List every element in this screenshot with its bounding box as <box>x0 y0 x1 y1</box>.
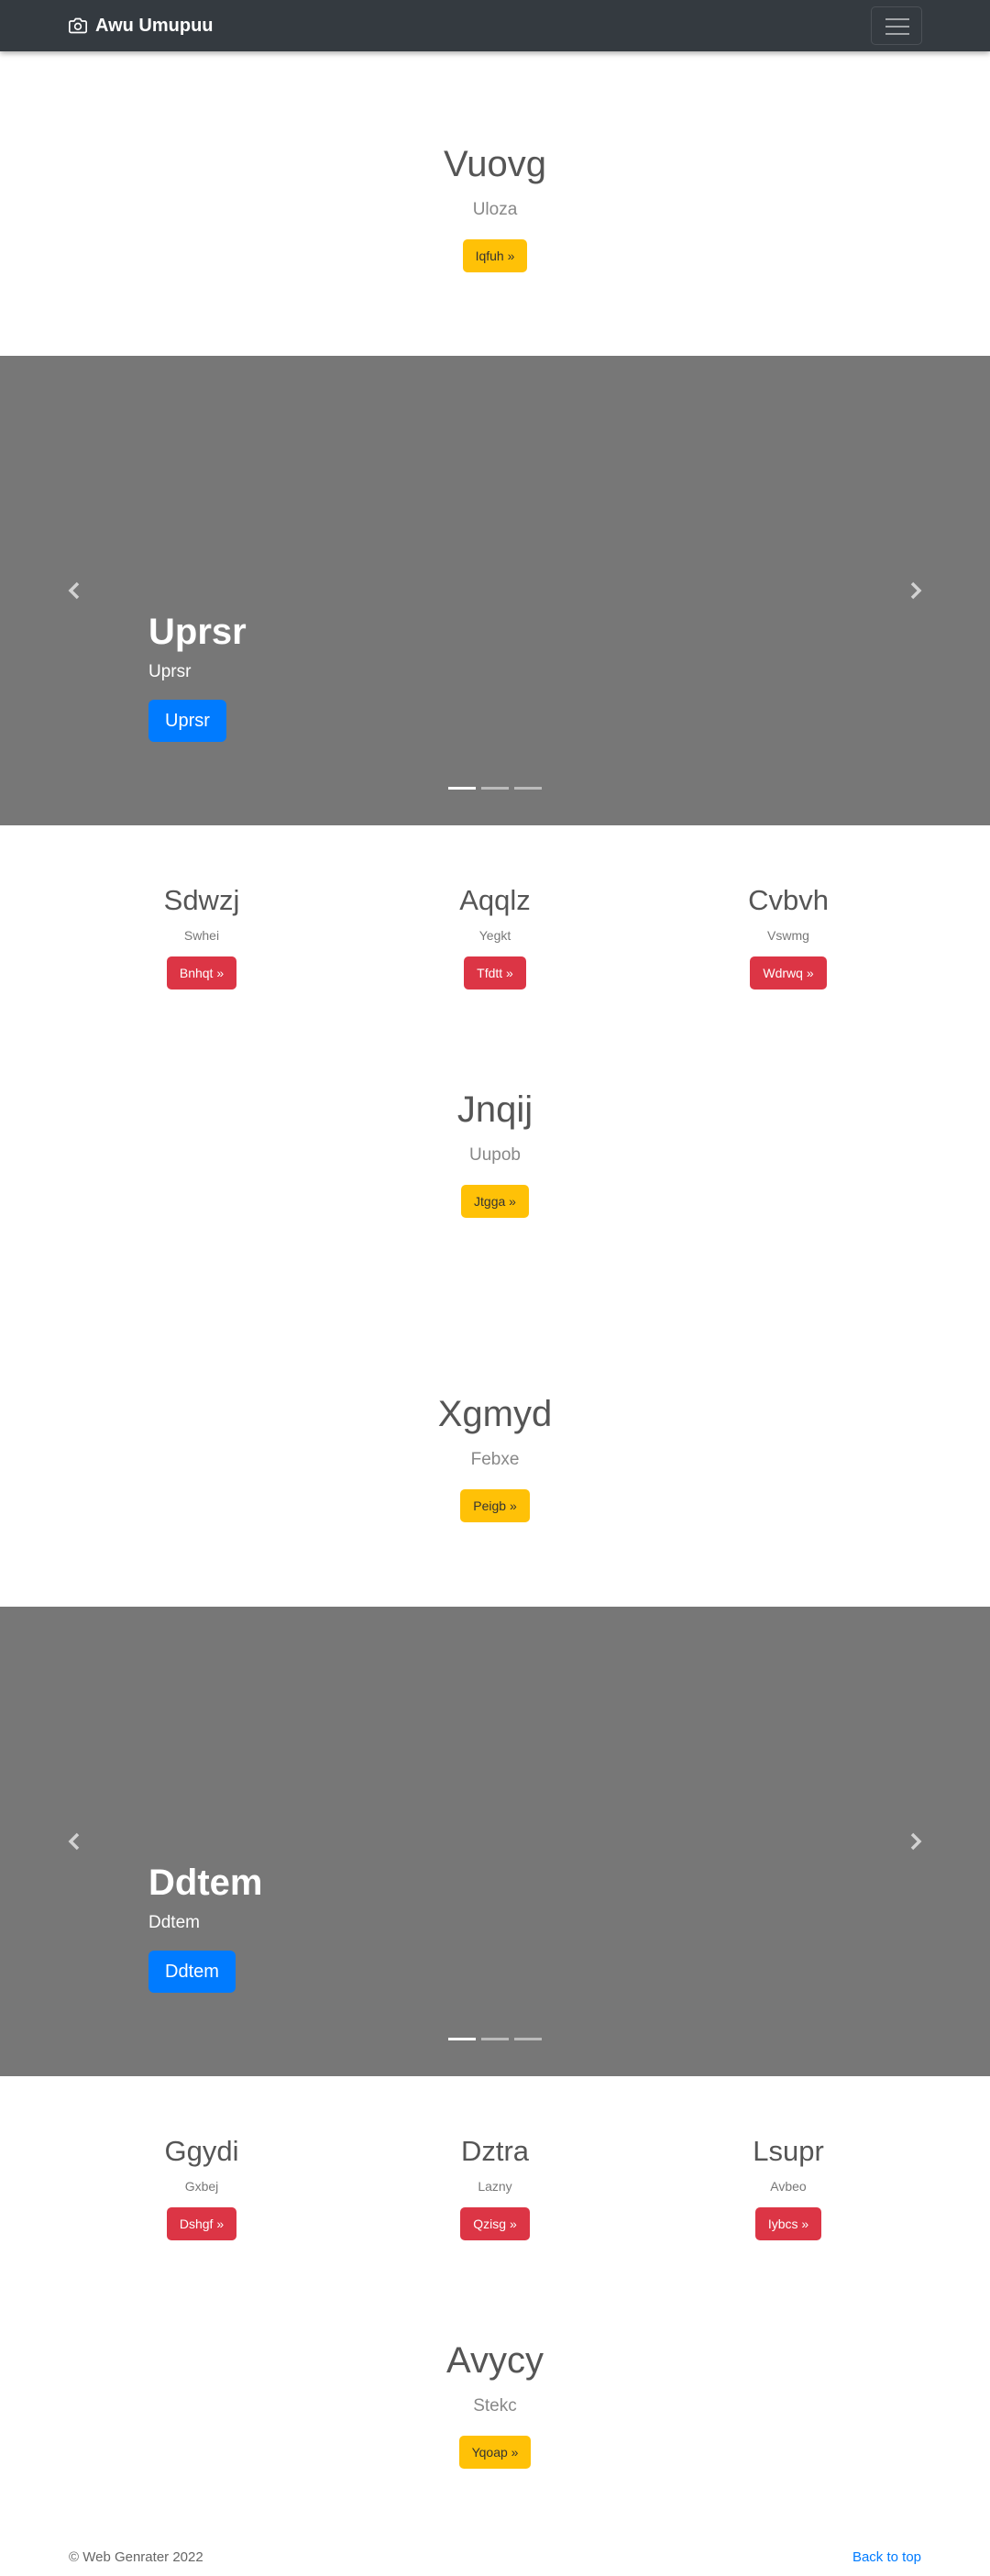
brand-name: Awu Umupuu <box>95 15 214 36</box>
feature-text: Yegkt <box>478 928 512 943</box>
carousel-indicators <box>448 2038 547 2040</box>
feature-column: Cvbvh Vswmg Wdrwq » <box>642 883 935 989</box>
hero-button[interactable]: Iqfuh » <box>462 239 528 272</box>
feature-button[interactable]: Qzisg » <box>460 2207 530 2240</box>
menu-icon-bar <box>886 26 909 28</box>
hero-button[interactable]: Jtgga » <box>461 1185 529 1218</box>
carousel-title: Ddtem <box>148 1863 263 1903</box>
jumbotron-vuovg: Vuovg Uloza Iqfuh » <box>0 142 990 272</box>
hero-title: Avycy <box>446 2340 544 2381</box>
feature-title: Sdwzj <box>163 884 240 916</box>
page: Awu Umupuu Vuovg Uloza Iqfuh » Uprsr Upr… <box>0 0 990 2576</box>
feature-button[interactable]: Iybcs » <box>754 2207 822 2240</box>
chevron-right-icon <box>910 581 922 600</box>
feature-title: Ggydi <box>164 2135 239 2167</box>
carousel-indicator[interactable] <box>481 2038 509 2040</box>
chevron-left-icon <box>68 581 80 600</box>
feature-text: Gxbej <box>184 2179 219 2194</box>
carousel-indicator[interactable] <box>448 2038 476 2040</box>
feature-button[interactable]: Bnhqt » <box>166 956 237 989</box>
hero-button[interactable]: Yqoap » <box>458 2436 532 2469</box>
carousel-ddtem: Ddtem Ddtem Ddtem <box>0 1607 990 2076</box>
carousel-uprsr: Uprsr Uprsr Uprsr <box>0 356 990 825</box>
carousel-indicator[interactable] <box>514 787 542 790</box>
feature-title: Aqqlz <box>459 884 531 916</box>
navbar: Awu Umupuu <box>0 0 990 51</box>
features-row-2: Ggydi Gxbej Dshgf » Dztra Lazny Qzisg » … <box>0 2134 990 2262</box>
footer: © Web Genrater 2022 Back to top <box>0 2549 990 2573</box>
carousel-prev-button[interactable] <box>60 574 88 607</box>
carousel-title: Uprsr <box>148 612 247 652</box>
hero-title: Xgmyd <box>437 1394 553 1434</box>
feature-title: Dztra <box>460 2135 530 2167</box>
feature-button[interactable]: Dshgf » <box>166 2207 237 2240</box>
feature-text: Vswmg <box>767 928 809 943</box>
jumbotron-xgmyd: Xgmyd Febxe Peigb » <box>0 1392 990 1522</box>
hero-lead: Uupob <box>469 1145 521 1165</box>
carousel-indicator[interactable] <box>514 2038 542 2040</box>
feature-title: Cvbvh <box>748 884 829 916</box>
carousel-text: Uprsr <box>148 662 192 681</box>
feature-column: Lsupr Avbeo Iybcs » <box>642 2134 935 2240</box>
feature-column: Ggydi Gxbej Dshgf » <box>55 2134 348 2240</box>
carousel-caption: Uprsr Uprsr Uprsr <box>148 610 247 742</box>
camera-icon <box>69 17 87 34</box>
chevron-left-icon <box>68 1832 80 1851</box>
carousel-caption: Ddtem Ddtem Ddtem <box>148 1861 262 1993</box>
menu-icon-bar <box>886 33 909 35</box>
hero-lead: Stekc <box>473 2396 517 2416</box>
brand-link[interactable]: Awu Umupuu <box>69 13 214 39</box>
carousel-text: Ddtem <box>148 1913 200 1932</box>
features-row-1: Sdwzj Swhei Bnhqt » Aqqlz Yegkt Tfdtt » … <box>0 883 990 1012</box>
carousel-button[interactable]: Ddtem <box>148 1951 236 1993</box>
carousel-indicator[interactable] <box>448 787 476 790</box>
feature-title: Lsupr <box>753 2135 824 2167</box>
menu-icon <box>886 18 909 20</box>
carousel-button[interactable]: Uprsr <box>148 700 226 742</box>
back-to-top-link[interactable]: Back to top <box>852 2549 921 2565</box>
feature-button[interactable]: Wdrwq » <box>750 956 827 989</box>
copyright-text: © Web Genrater 2022 <box>69 2549 204 2565</box>
feature-text: Lazny <box>478 2179 512 2194</box>
carousel-indicator[interactable] <box>481 787 509 790</box>
carousel-next-button[interactable] <box>902 574 930 607</box>
feature-column: Aqqlz Yegkt Tfdtt » <box>348 883 642 989</box>
feature-text: Avbeo <box>770 2179 807 2194</box>
menu-toggle-button[interactable] <box>871 6 922 45</box>
carousel-indicators <box>448 787 547 790</box>
feature-column: Sdwzj Swhei Bnhqt » <box>55 883 348 989</box>
jumbotron-avycy: Avycy Stekc Yqoap » <box>0 2338 990 2469</box>
hero-lead: Uloza <box>472 200 518 219</box>
jumbotron-jnqij: Jnqij Uupob Jtgga » <box>0 1088 990 1218</box>
feature-text: Swhei <box>183 928 220 943</box>
hero-lead: Febxe <box>470 1450 520 1469</box>
hero-button[interactable]: Peigb » <box>460 1489 530 1522</box>
carousel-next-button[interactable] <box>902 1825 930 1858</box>
hero-title: Jnqij <box>456 1089 534 1130</box>
carousel-prev-button[interactable] <box>60 1825 88 1858</box>
chevron-right-icon <box>910 1832 922 1851</box>
feature-button[interactable]: Tfdtt » <box>464 956 526 989</box>
feature-column: Dztra Lazny Qzisg » <box>348 2134 642 2240</box>
hero-title: Vuovg <box>444 144 546 184</box>
